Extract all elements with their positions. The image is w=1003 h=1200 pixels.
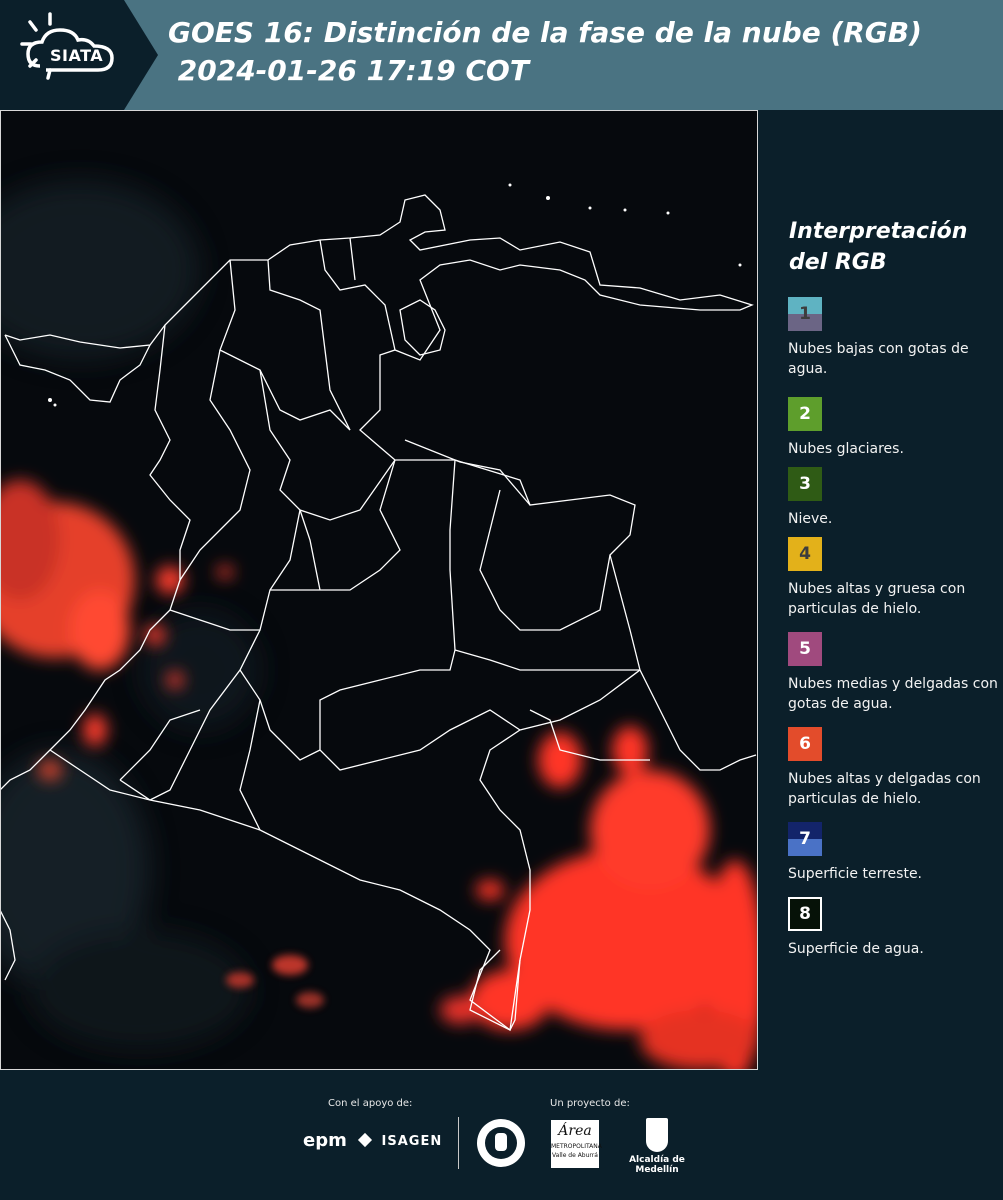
legend-item-6: 6 Nubes altas y delgadas con particulas d… (788, 727, 998, 809)
legend-number: 4 (799, 544, 811, 564)
alcaldia-medellin-logo: Alcaldía de Medellín (612, 1118, 702, 1175)
legend-swatch: 5 (788, 632, 822, 666)
metropolitan-seal-icon (477, 1119, 525, 1167)
page-title: GOES 16: Distinción de la fase de la nub… (168, 16, 922, 87)
legend-swatch: 2 (788, 397, 822, 431)
project-label: Un proyecto de: (550, 1098, 630, 1109)
support-label: Con el apoyo de: (328, 1098, 413, 1109)
legend-swatch: 8 (788, 897, 822, 931)
footer-divider (458, 1117, 459, 1169)
legend-item-5: 5 Nubes medias y delgadas con gotas de ag… (788, 632, 998, 714)
footer: Con el apoyo de: Un proyecto de: epm ISA… (0, 1070, 1003, 1200)
legend-label: Superficie de agua. (788, 941, 924, 957)
header-bar: SIATA GOES 16: Distinción de la fase de … (0, 0, 1003, 110)
legend-swatch: 3 (788, 467, 822, 501)
legend-number: 3 (799, 474, 811, 494)
legend-item-1: 1 Nubes bajas con gotas de agua. (788, 297, 998, 379)
legend-number: 8 (799, 904, 811, 924)
legend-title: Interpretación del RGB (789, 219, 968, 275)
logo-text: SIATA (50, 46, 104, 65)
legend-label: Nubes bajas con gotas de agua. (788, 341, 969, 377)
legend-number: 2 (799, 404, 811, 424)
legend-swatch: 1 (788, 297, 822, 331)
legend-item-8: 8 Superficie de agua. (788, 897, 998, 959)
legend-number: 1 (799, 304, 811, 324)
legend-label: Nubes glaciares. (788, 441, 904, 457)
siata-logo: SIATA (0, 0, 160, 110)
legend-panel: Interpretación del RGB 1 Nubes bajas con … (760, 110, 1003, 1070)
legend-number: 5 (799, 639, 811, 659)
legend-item-3: 3 Nieve. (788, 467, 998, 529)
satellite-map (0, 110, 758, 1070)
legend-label: Nieve. (788, 511, 833, 527)
legend-label: Nubes altas y gruesa con particulas de h… (788, 581, 966, 617)
legend-label: Nubes medias y delgadas con gotas de agu… (788, 676, 998, 712)
legend-label: Nubes altas y delgadas con particulas de… (788, 771, 981, 807)
legend-swatch: 4 (788, 537, 822, 571)
legend-item-2: 2 Nubes glaciares. (788, 397, 998, 459)
legend-number: 6 (799, 734, 811, 754)
legend-swatch: 7 (788, 822, 822, 856)
epm-logo: epm (303, 1130, 347, 1151)
legend-label: Superficie terreste. (788, 866, 923, 882)
shield-icon (646, 1118, 668, 1152)
legend-swatch: 6 (788, 727, 822, 761)
isagen-icon (357, 1132, 373, 1148)
area-metropolitana-logo: Área METROPOLITANA Valle de Aburrá (551, 1120, 602, 1168)
legend-number: 7 (799, 829, 811, 849)
legend-item-4: 4 Nubes altas y gruesa con particulas de … (788, 537, 998, 619)
legend-item-7: 7 Superficie terreste. (788, 822, 998, 884)
isagen-logo: ISAGEN (357, 1132, 442, 1149)
